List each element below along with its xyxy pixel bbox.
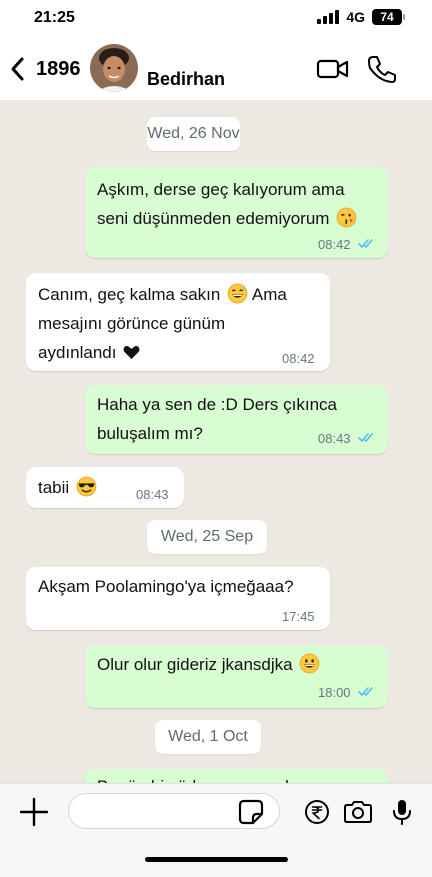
video-call-icon[interactable] [316,56,350,82]
date-separator: Wed, 26 Nov [147,117,240,151]
message-text: tabii [38,473,97,502]
sticker-icon[interactable] [238,799,264,825]
incoming-message[interactable]: Canım, geç kalma sakın Ama mesajını görü… [26,273,330,371]
read-ticks-icon [358,239,373,248]
message-time: 08:43 [318,431,351,446]
status-bar: 21:25 4G 74 [0,0,432,40]
message-time: 08:43 [136,487,169,502]
chat-header: 1896 Bedirhan [0,40,432,100]
incoming-message[interactable]: tabii 08:43 [26,467,184,508]
grinning-emoji-icon [299,653,320,674]
read-ticks-icon [358,687,373,696]
unread-count[interactable]: 1896 [36,58,81,81]
message-text: Olur olur gideriz jkansdjka [97,650,320,679]
avatar[interactable] [90,44,138,92]
home-indicator [145,857,288,862]
phone-call-icon[interactable] [366,54,398,84]
outgoing-message[interactable]: Aşkım, derse geç kalıyorum ama seni düşü… [85,167,388,258]
kissing-wink-emoji-icon [336,207,357,228]
date-separator: Wed, 25 Sep [147,520,267,554]
contact-name[interactable]: Bedirhan [147,69,225,90]
outgoing-message[interactable]: Bugün hiç ödev yapamadım, sen [85,769,388,783]
read-ticks-icon [358,433,373,442]
black-heart-icon [123,346,140,359]
message-text: Bugün hiç ödev yapamadım, sen [97,772,345,783]
message-time: 18:00 [318,685,351,700]
battery-icon: 74 [372,9,405,25]
chat-area[interactable]: Wed, 26 Nov Aşkım, derse geç kalıyorum a… [0,100,432,783]
message-text: Haha ya sen de :D Ders çıkınca buluşalım… [97,395,338,443]
outgoing-message[interactable]: Haha ya sen de :D Ders çıkınca buluşalım… [85,385,388,454]
message-text: Aşkım, derse geç kalıyorum ama seni düşü… [97,175,357,233]
status-indicators: 4G 74 [317,9,405,25]
message-text: Akşam Poolamingo'ya içmeğaaa? [38,577,294,596]
message-time: 17:45 [282,609,315,624]
microphone-icon[interactable] [391,798,413,826]
network-type: 4G [346,9,365,25]
sunglasses-emoji-icon [76,476,97,497]
message-text: Canım, geç kalma sakın Ama mesajını görü… [38,283,287,362]
status-time: 21:25 [34,9,75,26]
back-chevron-icon[interactable] [8,54,28,84]
composer-bar [0,783,432,877]
grinning-sweat-emoji-icon [227,283,248,304]
plus-icon[interactable] [18,796,50,828]
incoming-message[interactable]: Akşam Poolamingo'ya içmeğaaa? 17:45 [26,567,330,630]
message-time: 08:42 [282,351,315,366]
message-time: 08:42 [318,237,351,252]
rupee-payment-icon[interactable] [304,799,330,825]
camera-icon[interactable] [343,799,373,825]
date-separator: Wed, 1 Oct [155,720,261,754]
outgoing-message[interactable]: Olur olur gideriz jkansdjka 18:00 [85,645,388,708]
signal-icon [317,10,340,24]
avatar-image [90,44,138,92]
